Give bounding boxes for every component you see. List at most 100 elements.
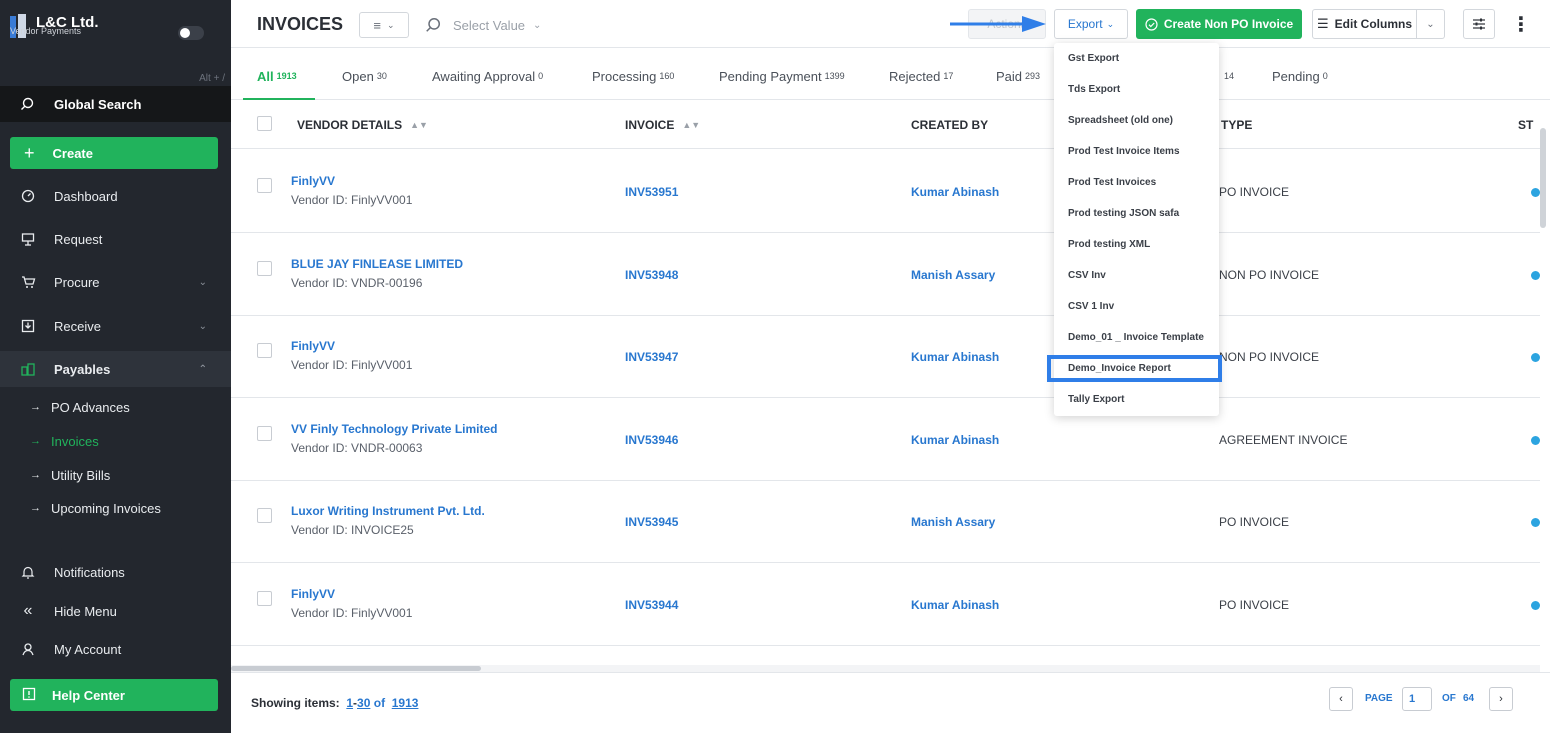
row-checkbox[interactable] (257, 178, 272, 193)
row-checkbox[interactable] (257, 508, 272, 523)
previous-page-button[interactable]: ‹ (1329, 687, 1353, 711)
select-all-checkbox[interactable] (257, 116, 272, 131)
invoice-number-link[interactable]: INV53945 (625, 515, 678, 529)
row-checkbox[interactable] (257, 343, 272, 358)
invoice-number-link[interactable]: INV53944 (625, 598, 678, 612)
export-menu-item[interactable]: Prod testing JSON safa (1068, 208, 1179, 219)
created-by-link[interactable]: Kumar Abinash (911, 185, 999, 199)
row-checkbox[interactable] (257, 426, 272, 441)
check-circle-icon (1145, 17, 1158, 31)
export-menu-item[interactable]: Gst Export (1068, 53, 1119, 64)
sidebar-item-procure[interactable]: Procure ⌄ (0, 264, 231, 300)
sidebar-subitem-upcoming-invoices[interactable]: → Upcoming Invoices (0, 493, 231, 523)
vendor-name-link[interactable]: FinlyVV (291, 339, 335, 353)
tab-processing[interactable]: Processing 160 (592, 52, 674, 100)
export-menu-item[interactable]: Tds Export (1068, 84, 1120, 95)
vendor-name-link[interactable]: Luxor Writing Instrument Pvt. Ltd. (291, 504, 485, 518)
sidebar-item-my-account[interactable]: My Account (0, 631, 231, 667)
row-checkbox[interactable] (257, 591, 272, 606)
vendor-name-link[interactable]: FinlyVV (291, 587, 335, 601)
view-selector-button[interactable]: ≡ ⌄ (359, 12, 409, 38)
export-button[interactable]: Export ⌄ (1054, 9, 1128, 39)
more-options-icon[interactable]: ⋮ (1511, 10, 1531, 38)
vendor-name-link[interactable]: BLUE JAY FINLEASE LIMITED (291, 257, 463, 271)
next-page-button[interactable]: › (1489, 687, 1513, 711)
created-by-link[interactable]: Kumar Abinash (911, 433, 999, 447)
invoice-number-link[interactable]: INV53946 (625, 433, 678, 447)
tab-open[interactable]: Open 30 (342, 52, 387, 100)
select-placeholder: Select Value (453, 17, 526, 33)
sidebar-subitem-invoices[interactable]: → Invoices (0, 426, 231, 456)
sidebar-item-dashboard[interactable]: Dashboard (0, 178, 231, 214)
created-by-link[interactable]: Manish Assary (911, 268, 995, 282)
created-by-link[interactable]: Kumar Abinash (911, 350, 999, 364)
tab-awaiting-approval[interactable]: Awaiting Approval 0 (432, 52, 543, 100)
export-menu-item[interactable]: Spreadsheet (old one) (1068, 115, 1173, 126)
tab-paid[interactable]: Paid 293 (996, 52, 1040, 100)
sidebar-item-receive[interactable]: Receive ⌄ (0, 308, 231, 344)
gauge-icon (20, 188, 36, 204)
created-by-link[interactable]: Manish Assary (911, 515, 995, 529)
row-checkbox[interactable] (257, 261, 272, 276)
export-menu-item[interactable]: CSV 1 Inv (1068, 301, 1114, 312)
chevron-down-icon: ⌄ (533, 19, 542, 31)
column-vendor-details[interactable]: VENDOR DETAILS ▲▼ (297, 100, 428, 149)
help-center-button[interactable]: Help Center (10, 679, 218, 711)
create-button[interactable]: + Create (10, 137, 218, 169)
tab-all[interactable]: All 1913 (243, 52, 315, 100)
horizontal-scrollbar[interactable] (231, 666, 481, 671)
column-label: TYPE (1221, 117, 1253, 132)
column-type: TYPE (1221, 100, 1252, 149)
annotation-arrow-icon (950, 16, 1046, 32)
table-row[interactable]: BLUE JAY FINLEASE LIMITED Vendor ID: VND… (231, 233, 1540, 316)
page-number-input[interactable]: 1 (1402, 687, 1432, 711)
edit-columns-button[interactable]: ☰ Edit Columns (1312, 9, 1417, 39)
invoice-number-link[interactable]: INV53947 (625, 350, 678, 364)
tab-pending-payment[interactable]: Pending Payment 1399 (719, 52, 845, 100)
table-row[interactable]: VV Finly Technology Private Limited Vend… (231, 398, 1540, 481)
total-items-link[interactable]: 1913 (392, 696, 419, 710)
tab-rejected[interactable]: Rejected 17 (889, 52, 953, 100)
create-non-po-invoice-button[interactable]: Create Non PO Invoice (1136, 9, 1302, 39)
invoice-type: NON PO INVOICE (1219, 268, 1320, 282)
range-start-link[interactable]: 1 (346, 696, 353, 710)
edit-columns-dropdown[interactable]: ⌄ (1417, 9, 1445, 39)
table-row[interactable]: FinlyVV Vendor ID: FinlyVV001 INV53947 K… (231, 315, 1540, 398)
tab-pending[interactable]: Pending 0 (1272, 52, 1328, 100)
global-search-button[interactable]: Global Search (0, 86, 231, 122)
export-menu-item[interactable]: Demo_01 _ Invoice Template (1068, 332, 1204, 343)
range-end-link[interactable]: 30 (357, 696, 370, 710)
export-menu-item[interactable]: Prod testing XML (1068, 239, 1150, 250)
sidebar-subitem-po-advances[interactable]: → PO Advances (0, 392, 231, 422)
status-indicator (1531, 436, 1540, 445)
sidebar-item-payables[interactable]: Payables ⌃ (0, 351, 231, 387)
sidebar-subitem-label: PO Advances (51, 399, 130, 415)
sidebar-item-hide-menu[interactable]: « Hide Menu (0, 593, 231, 629)
table-row[interactable]: Luxor Writing Instrument Pvt. Ltd. Vendo… (231, 480, 1540, 563)
sidebar-subitem-utility-bills[interactable]: → Utility Bills (0, 460, 231, 490)
sidebar-subitem-label: Upcoming Invoices (51, 500, 161, 516)
tab-count: 30 (376, 71, 387, 81)
theme-toggle[interactable] (178, 26, 204, 40)
table-row[interactable]: FinlyVV Vendor ID: FinlyVV001 INV53951 K… (231, 150, 1540, 233)
filter-settings-button[interactable] (1463, 9, 1495, 39)
export-menu-item[interactable]: Prod Test Invoices (1068, 177, 1156, 188)
sidebar-subitem-label: Invoices (51, 433, 99, 449)
status-indicator (1531, 601, 1540, 610)
arrow-right-icon: → (30, 502, 41, 514)
search-select[interactable]: Select Value ⌄ (425, 14, 541, 36)
table-row[interactable]: FinlyVV Vendor ID: FinlyVV001 INV53944 K… (231, 563, 1540, 646)
tab-hidden-partial[interactable]: 14 (1221, 52, 1234, 100)
invoice-number-link[interactable]: INV53951 (625, 185, 678, 199)
export-menu-item[interactable]: Tally Export (1068, 394, 1125, 405)
vendor-name-link[interactable]: VV Finly Technology Private Limited (291, 422, 497, 436)
column-invoice[interactable]: INVOICE ▲▼ (625, 100, 700, 149)
invoice-number-link[interactable]: INV53948 (625, 268, 678, 282)
export-menu-item[interactable]: Prod Test Invoice Items (1068, 146, 1180, 157)
vendor-name-link[interactable]: FinlyVV (291, 174, 335, 188)
sidebar-item-notifications[interactable]: Notifications (0, 554, 231, 590)
sidebar-item-request[interactable]: Request (0, 221, 231, 257)
export-menu-item[interactable]: CSV Inv (1068, 270, 1106, 281)
created-by-link[interactable]: Kumar Abinash (911, 598, 999, 612)
vertical-scrollbar[interactable] (1540, 128, 1546, 228)
